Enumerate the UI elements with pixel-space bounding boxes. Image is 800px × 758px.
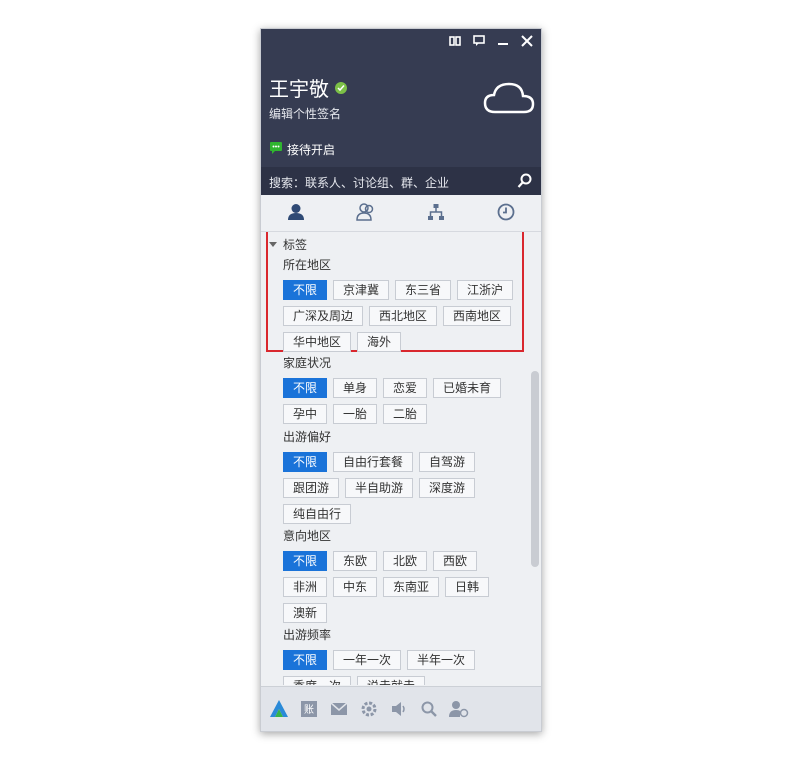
tag-chip[interactable]: 自驾游 <box>419 452 476 472</box>
tab-recent[interactable] <box>471 195 541 231</box>
app-window: 王宇敬 编辑个性签名 接待开启 搜索：联系人、讨论组、群、企业 标签 所在地区 … <box>260 28 542 732</box>
tag-group-title: 家庭状况 <box>283 356 332 370</box>
tag-group-title: 出游频率 <box>283 628 332 642</box>
mail-icon[interactable] <box>329 699 349 719</box>
cloud-icon[interactable] <box>483 81 535 118</box>
tag-chip-list: 不限 单身 恋爱 已婚未育孕中 一胎 二胎 <box>283 378 523 424</box>
signature-field[interactable]: 编辑个性签名 <box>269 105 341 122</box>
tag-chip[interactable]: 纯自由行 <box>283 504 352 524</box>
tab-contacts[interactable] <box>331 195 401 231</box>
bottom-toolbar: 账 <box>261 686 541 731</box>
tag-chip-list: 不限 自由行套餐 自驾游跟团游 半自助游 深度游纯自由行 <box>283 452 523 524</box>
tag-chip[interactable]: 跟团游 <box>283 478 340 498</box>
caret-down-icon <box>269 242 277 247</box>
user-name: 王宇敬 <box>269 73 347 102</box>
tag-chip[interactable]: 半年一次 <box>407 650 476 670</box>
tag-chip[interactable]: 东欧 <box>333 551 378 571</box>
tag-chip[interactable]: 二胎 <box>383 404 428 424</box>
account-icon[interactable]: 账 <box>299 699 319 719</box>
scrollbar-thumb[interactable] <box>531 371 539 567</box>
tag-chip[interactable]: 中东 <box>333 577 378 597</box>
search-icon[interactable] <box>419 699 439 719</box>
tag-group-title: 出游偏好 <box>283 430 332 444</box>
book-icon[interactable] <box>447 33 463 49</box>
tag-chip[interactable]: 一年一次 <box>333 650 402 670</box>
tag-chip[interactable]: 自由行套餐 <box>333 452 414 472</box>
tag-chip[interactable]: 单身 <box>333 378 378 398</box>
tag-chip[interactable]: 不限 <box>283 280 328 300</box>
tag-panel: 标签 所在地区 不限 京津冀 东三省 江浙沪 广深及周边 西北地区 西南地区 华中地区 海外 家庭状… <box>261 232 529 685</box>
tag-chip[interactable]: 不限 <box>283 650 328 670</box>
tag-chip[interactable]: 西南地区 <box>443 306 512 326</box>
tag-chip[interactable]: 华中地区 <box>283 332 352 352</box>
chat-bubble-icon <box>269 141 283 158</box>
tag-chip[interactable]: 京津冀 <box>333 280 390 300</box>
tags-title: 标签 <box>283 238 308 252</box>
clock-icon <box>497 203 515 224</box>
online-status-icon[interactable] <box>335 81 347 94</box>
tag-chip[interactable]: 深度游 <box>419 478 476 498</box>
tag-chip[interactable]: 不限 <box>283 378 328 398</box>
tag-chip[interactable]: 恋爱 <box>383 378 428 398</box>
tag-chip-list: 不限 京津冀 东三省 江浙沪广深及周边 西北地区 西南地区华中地区 海外 <box>283 280 523 352</box>
tag-chip[interactable]: 西北地区 <box>369 306 438 326</box>
minimize-icon[interactable] <box>495 33 511 49</box>
tag-chip[interactable]: 江浙沪 <box>457 280 514 300</box>
feedback-icon[interactable] <box>471 33 487 49</box>
reception-label: 接待开启 <box>287 143 336 157</box>
profile-header: 王宇敬 编辑个性签名 接待开启 <box>261 29 541 167</box>
tag-chip[interactable]: 广深及周边 <box>283 306 364 326</box>
tag-chip[interactable]: 澳新 <box>283 603 328 623</box>
person-icon <box>287 203 305 224</box>
tag-group-title: 所在地区 <box>283 258 332 272</box>
search-icon[interactable] <box>517 173 533 192</box>
user-name-text: 王宇敬 <box>269 77 329 101</box>
tag-chip-list: 不限 东欧 北欧 西欧非洲 中东 东南亚 日韩澳新 <box>283 551 523 623</box>
tab-organization[interactable] <box>401 195 471 231</box>
search-input[interactable]: 搜索：联系人、讨论组、群、企业 <box>269 174 449 191</box>
tag-group: 所在地区不限 京津冀 东三省 江浙沪广深及周边 西北地区 西南地区华中地区 海外 <box>283 256 523 352</box>
tag-chip[interactable]: 非洲 <box>283 577 328 597</box>
tag-group: 意向地区不限 东欧 北欧 西欧非洲 中东 东南亚 日韩澳新 <box>283 527 523 623</box>
tag-chip[interactable]: 说走就走 <box>357 676 426 685</box>
settings-icon[interactable] <box>359 699 379 719</box>
close-icon[interactable] <box>519 33 535 49</box>
tag-group: 出游偏好不限 自由行套餐 自驾游跟团游 半自助游 深度游纯自由行 <box>283 428 523 524</box>
user-settings-icon[interactable] <box>449 699 469 719</box>
tag-chip[interactable]: 季度一次 <box>283 676 352 685</box>
tag-chip[interactable]: 孕中 <box>283 404 328 424</box>
tag-group: 家庭状况不限 单身 恋爱 已婚未育孕中 一胎 二胎 <box>283 354 523 424</box>
tag-chip[interactable]: 日韩 <box>445 577 490 597</box>
tag-chip[interactable]: 半自助游 <box>345 478 414 498</box>
tag-chip-list: 不限一年一次半年一次季度一次说走就走 <box>283 650 523 685</box>
org-chart-icon <box>427 203 445 224</box>
tab-person[interactable] <box>261 195 331 231</box>
tag-chip[interactable]: 北欧 <box>383 551 428 571</box>
contacts-icon <box>356 202 376 224</box>
contact-tabs <box>261 195 541 232</box>
tag-chip[interactable]: 不限 <box>283 551 328 571</box>
tag-chip[interactable]: 西欧 <box>433 551 478 571</box>
tag-chip[interactable]: 海外 <box>357 332 402 352</box>
tags-section-header[interactable]: 标签 <box>269 236 307 253</box>
tag-group: 出游频率不限一年一次半年一次季度一次说走就走 <box>283 626 523 685</box>
search-bar[interactable]: 搜索：联系人、讨论组、群、企业 <box>261 167 541 195</box>
app-logo-icon[interactable] <box>269 699 289 719</box>
tag-chip[interactable]: 已婚未育 <box>433 378 502 398</box>
title-bar <box>447 33 535 49</box>
speaker-icon[interactable] <box>389 699 409 719</box>
tag-group-title: 意向地区 <box>283 529 332 543</box>
tag-chip[interactable]: 东南亚 <box>383 577 440 597</box>
tag-chip[interactable]: 不限 <box>283 452 328 472</box>
svg-text:账: 账 <box>304 704 314 716</box>
tag-chip[interactable]: 一胎 <box>333 404 378 424</box>
tag-chip[interactable]: 东三省 <box>395 280 452 300</box>
reception-toggle[interactable]: 接待开启 <box>269 141 335 158</box>
